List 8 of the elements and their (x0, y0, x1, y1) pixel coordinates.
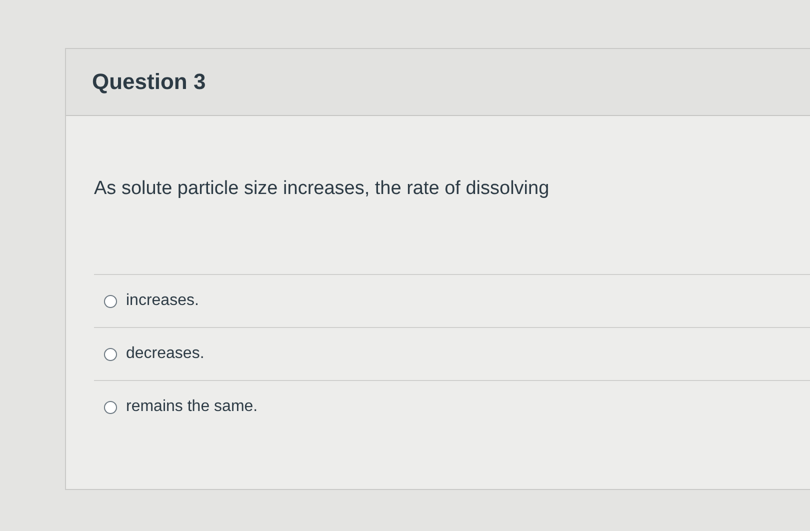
answer-option[interactable]: remains the same. (94, 381, 810, 433)
question-text: As solute particle size increases, the rate of dissolving (94, 178, 550, 201)
answer-option[interactable]: decreases. (94, 328, 810, 381)
radio-button[interactable] (104, 294, 117, 308)
radio-button[interactable] (104, 400, 117, 414)
answer-option[interactable]: increases. (94, 275, 810, 328)
radio-button[interactable] (104, 348, 117, 360)
question-title: Question 3 (92, 69, 206, 95)
